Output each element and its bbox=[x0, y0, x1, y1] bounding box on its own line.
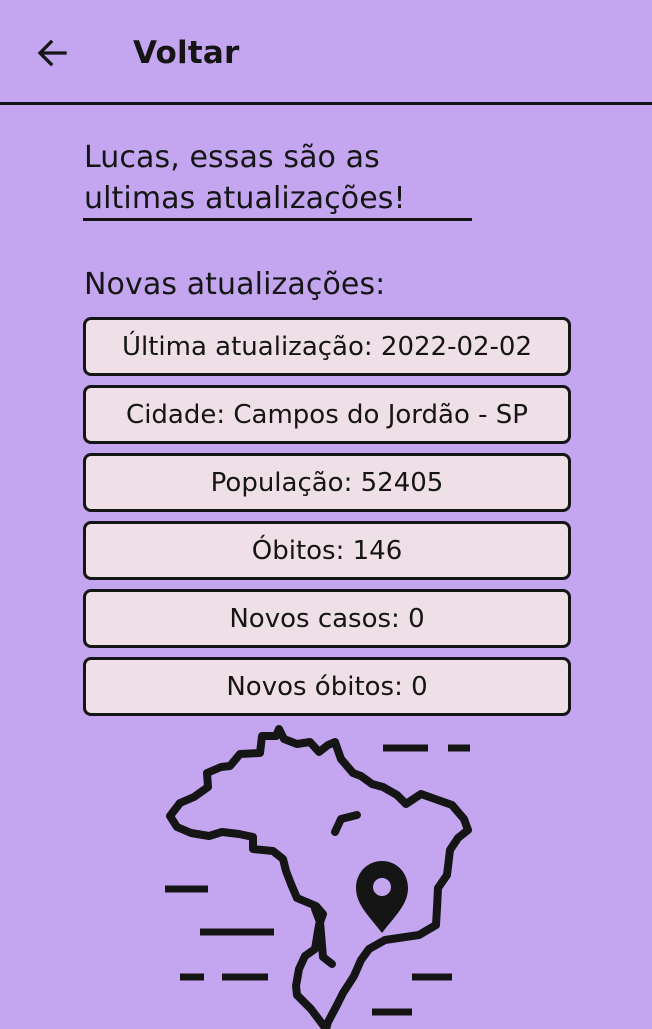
new-deaths-card: Novos óbitos: 0 bbox=[83, 657, 571, 716]
city-card: Cidade: Campos do Jordão - SP bbox=[83, 385, 571, 444]
app-bar: Voltar bbox=[0, 0, 652, 105]
greeting-underline bbox=[83, 218, 472, 221]
updates-section-label: Novas atualizações: bbox=[84, 267, 386, 302]
new-cases-card: Novos casos: 0 bbox=[83, 589, 571, 648]
app-bar-title: Voltar bbox=[133, 35, 240, 71]
updates-info-list: Última atualização: 2022-02-02 Cidade: C… bbox=[83, 317, 571, 725]
last-update-card: Última atualização: 2022-02-02 bbox=[83, 317, 571, 376]
location-pin-icon bbox=[356, 861, 408, 933]
arrow-left-icon[interactable] bbox=[34, 35, 70, 71]
brazil-map-location-pin-icon bbox=[165, 725, 472, 1029]
deaths-card: Óbitos: 146 bbox=[83, 521, 571, 580]
greeting-text: Lucas, essas são as ultimas atualizações… bbox=[84, 140, 406, 216]
population-card: População: 52405 bbox=[83, 453, 571, 512]
